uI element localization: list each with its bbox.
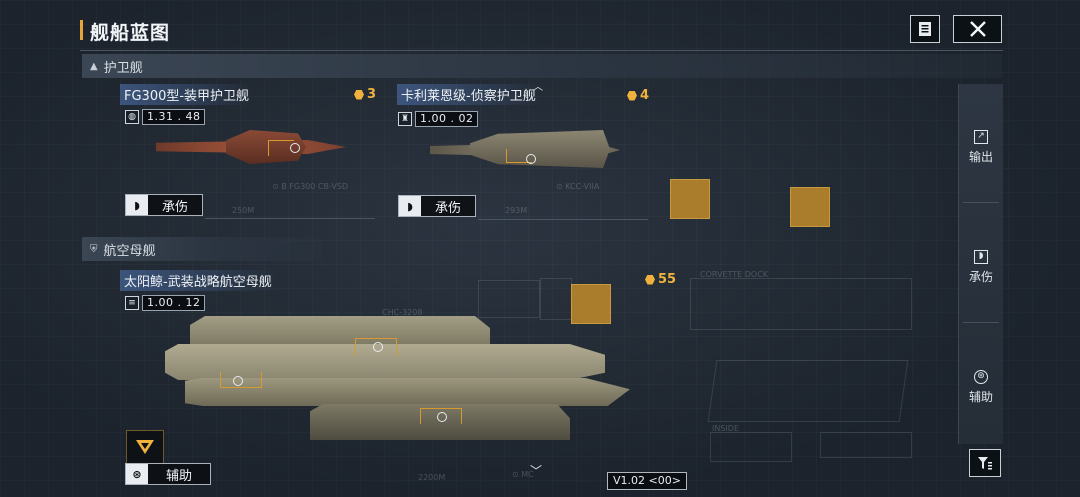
section-label-carrier: 航空母舰 [103, 243, 156, 259]
role-label: 承伤 [161, 199, 188, 215]
ship-focus-marker [373, 342, 383, 352]
empty-slot[interactable] [790, 187, 830, 227]
ship-focus-marker [233, 376, 243, 386]
section-header-carrier: ⛨ 航空母舰 [82, 237, 322, 261]
ship-image-kalilaien[interactable] [430, 124, 620, 174]
blueprint-corvette-text: CORVETTE DOCK [700, 270, 769, 279]
ship-card-kalilaien[interactable]: 卡利莱恩级-侦察护卫舰 [397, 84, 540, 105]
role-label: 承伤 [434, 200, 461, 216]
filter-output-label: 输出 [968, 150, 993, 164]
empty-slot[interactable] [670, 179, 710, 219]
support-icon: ⊛ [126, 464, 148, 484]
shield-icon: ◗ [974, 250, 988, 264]
shield-icon: ◗ [126, 195, 148, 215]
blueprint-ghost-part [540, 278, 572, 320]
ship-card-fg300[interactable]: FG300型-装甲护卫舰 [120, 84, 254, 105]
ship-focus-marker [290, 143, 300, 153]
ship-focus-marker [526, 154, 536, 164]
cost-value: 4 [640, 88, 650, 103]
filter-side-panel: ↗ 输出 ◗ 承伤 ⊛ 辅助 [958, 84, 1003, 444]
close-icon [969, 21, 986, 37]
section-header-frigate: ▲ 护卫舰 [82, 54, 1002, 78]
ship-name: 卡利莱恩级-侦察护卫舰 [397, 84, 540, 105]
ship-card-sunwhale[interactable]: 太阳鲸-武装战略航空母舰 [120, 270, 276, 291]
blueprint-length-kalilaien: 293M [505, 206, 528, 215]
blueprint-ghost-part [478, 280, 540, 318]
chevron-up-icon: ︿ [533, 82, 543, 93]
document-icon [919, 22, 931, 36]
blueprint-length-fg300: 250M [232, 206, 255, 215]
cost-hex-icon [645, 274, 655, 285]
filter-tank-label: 承伤 [968, 270, 993, 284]
blueprint-code-kalilaien: ⊙ KCC-VIIA [556, 182, 600, 191]
ship-version-fg300: ◍ 1.31 . 48 [125, 109, 206, 125]
filter-support-label: 辅助 [968, 390, 993, 404]
ship-badge [126, 430, 164, 464]
support-icon: ⊛ [974, 370, 988, 384]
header-divider [80, 50, 1003, 51]
ship-cost-kalilaien: 4 [627, 88, 649, 103]
ship-version-sunwhale: ≡ 1.00 . 12 [125, 295, 206, 311]
row-underline [478, 219, 648, 220]
role-tag-sunwhale: ⊛ 辅助 [125, 463, 211, 485]
tower-icon: ♜ [398, 112, 412, 126]
globe-icon: ◍ [125, 110, 139, 124]
ship-cost-fg300: 3 [354, 87, 376, 102]
version-footer: V1.02 <00> [607, 472, 687, 490]
row-underline [205, 218, 375, 219]
cost-value: 55 [658, 272, 677, 287]
role-tag-kalilaien: ◗ 承伤 [398, 195, 476, 217]
section-label-frigate: 护卫舰 [103, 60, 143, 76]
ship-image-sunwhale[interactable] [165, 316, 630, 446]
filter-support-button[interactable]: ⊛ 辅助 [959, 370, 1003, 405]
cost-hex-icon [354, 89, 364, 100]
filter-output-button[interactable]: ↗ 输出 [959, 130, 1003, 165]
panel-divider [963, 202, 999, 203]
cost-hex-icon [627, 90, 637, 101]
export-arrow-icon: ↗ [974, 130, 988, 144]
cost-value: 3 [367, 87, 377, 102]
title-accent-bar [80, 20, 83, 40]
ship-name: FG300型-装甲护卫舰 [120, 84, 254, 105]
triangle-icon: ▲ [90, 60, 98, 72]
role-tag-fg300: ◗ 承伤 [125, 194, 203, 216]
ship-focus-marker [437, 412, 447, 422]
panel-divider [963, 322, 999, 323]
ship-cost-sunwhale: 55 [645, 272, 676, 287]
filter-tank-button[interactable]: ◗ 承伤 [959, 250, 1003, 285]
chevron-down-icon[interactable]: ﹀ [530, 462, 542, 479]
filter-button[interactable] [969, 449, 1001, 477]
blueprint-ghost-part [710, 432, 792, 462]
shield-icon: ◗ [399, 196, 421, 216]
carrier-icon: ⛨ [90, 243, 98, 255]
version-text: 1.00 . 12 [142, 295, 206, 311]
filter-icon [978, 457, 992, 470]
version-text: 1.31 . 48 [142, 109, 206, 125]
page-title: 舰船蓝图 [90, 22, 171, 44]
triangle-badge-icon [136, 440, 154, 454]
blueprint-inside-text: INSIDE [712, 424, 739, 433]
blueprint-code-fg300: ⊙ B FG300 CB-VSD [272, 182, 349, 191]
blueprint-ghost-part [707, 360, 909, 422]
ship-name: 太阳鲸-武装战略航空母舰 [120, 270, 276, 291]
notes-button[interactable] [910, 15, 940, 43]
role-label: 辅助 [165, 468, 192, 484]
blueprint-length-sunwhale: 2200M [418, 473, 446, 482]
ship-image-fg300[interactable] [156, 126, 346, 170]
blueprint-ghost-part [690, 278, 912, 330]
close-button[interactable] [953, 15, 1002, 43]
brand-icon: ≡ [125, 296, 139, 310]
blueprint-ghost-part [820, 432, 912, 458]
